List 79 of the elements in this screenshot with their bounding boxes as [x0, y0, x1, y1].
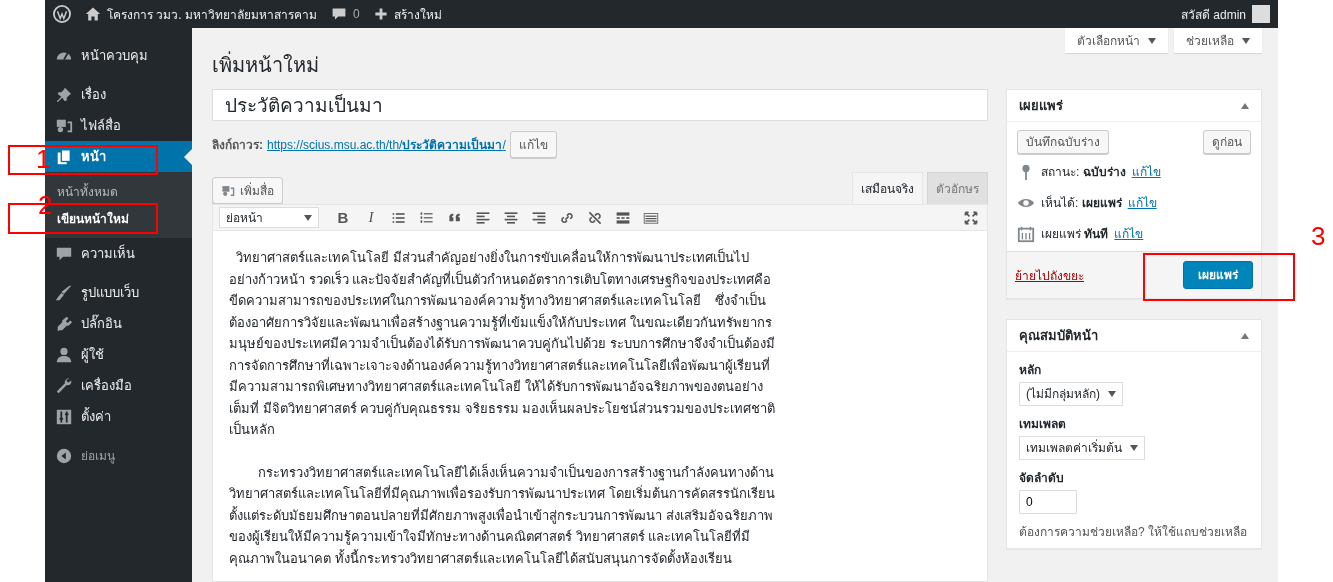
add-media-button[interactable]: เพิ่มสื่อ — [212, 177, 283, 204]
brush-icon — [55, 283, 73, 302]
paragraph-line: การจัดการศึกษาที่เฉพาะเจาะจงด้านองค์ความรู้ทางวิทยาศาสตร์และเทคโนโลยีเพื่อพัฒนาผู้เรียนที่ — [229, 356, 771, 376]
comment-count[interactable]: 0 — [353, 7, 360, 21]
sidebar-item[interactable]: รูปแบบเว็บ — [45, 277, 192, 308]
screen-meta-button[interactable]: ตัวเลือกหน้า — [1065, 28, 1168, 53]
paragraph-line: ขีดความสามารถของประเทศในการพัฒนาองค์ความรู้ทางวิทยาศาสตร์และเทคโนโลยี ซึ่งจำเป็น — [229, 290, 768, 311]
parent-select[interactable]: (ไม่มีกลุ่มหลัก) — [1019, 382, 1123, 406]
collapse-menu-link[interactable]: ย่อเมนู — [81, 446, 115, 465]
paragraph-line: กระทรวงวิทยาศาสตร์และเทคโนโลยีได้เล็งเห็นความจำเป็นของการสร้างฐานกำลังคนทางด้าน — [256, 462, 775, 483]
field-label: หลัก — [1019, 362, 1042, 378]
panel-title: เผยแพร่ — [1019, 97, 1063, 114]
site-name-link[interactable]: โครงการ วมว. มหาวิทยาลัยมหาสารคาม — [107, 4, 317, 24]
plus-icon — [373, 7, 388, 21]
bold-button[interactable]: B — [333, 209, 353, 226]
collapse-toggle-icon[interactable] — [1241, 332, 1249, 339]
collapse-icon — [55, 446, 73, 465]
italic-button[interactable]: I — [361, 209, 381, 226]
user-icon — [55, 345, 73, 364]
sidebar-item[interactable]: ปลั๊กอิน — [45, 308, 192, 339]
publish-button[interactable]: เผยแพร่ — [1183, 261, 1253, 289]
pages-icon — [55, 147, 73, 166]
field-label: จัดลำดับ — [1019, 470, 1065, 486]
sidebar-item[interactable]: ไฟล์สื่อ — [45, 110, 192, 141]
sidebar-item[interactable]: หน้าควบคุม — [45, 40, 192, 71]
paragraph-line: วิทยาศาสตร์และเทคโนโลยี มีส่วนสำคัญอย่างยิ่งในการขับเคลื่อนให้การพัฒนาประเทศเป็นไป — [235, 247, 750, 267]
calendar-icon — [1017, 224, 1035, 243]
paragraph-line: เป็นหลัก — [229, 419, 276, 439]
paragraph-line: มนุษย์ของประเทศมีความจำเป็นต้องได้รับการพัฒนาควบคู่กันไปด้วย ระบบการศึกษาจึงจำเป็นต้องมี — [229, 333, 776, 354]
help-text: ต้องการความช่วยเหลือ? ให้ใช้แถบช่วยเหลือ — [1019, 524, 1248, 540]
publish-setting: เผยแพร่ ทันที — [1041, 225, 1109, 242]
sidebar-item[interactable]: ผู้ใช้ — [45, 339, 192, 370]
edit-link[interactable]: แก้ไข — [1114, 225, 1144, 242]
paragraph-line: คุณภาพในอนาคต ทั้งนี้กระทรวงวิทยาศาสตร์และเทคโนโลยีได้สนับสนุนการจัดตั้งห้องเรียน — [229, 548, 733, 569]
edit-permalink-button[interactable]: แก้ไข — [509, 131, 557, 158]
publish-setting: สถานะ: ฉบับร่าง — [1041, 163, 1126, 180]
sidebar-item[interactable]: เครื่องมือ — [45, 370, 192, 401]
permalink-label: ลิงก์ถาวร: — [212, 137, 263, 154]
format-select[interactable]: ย่อหน้า — [219, 207, 319, 228]
home-icon — [85, 6, 101, 22]
step-number: 3 — [1311, 223, 1326, 249]
pin-icon — [55, 85, 73, 104]
field-label: เทมเพลต — [1019, 416, 1067, 432]
panel-title: คุณสมบัติหน้า — [1019, 327, 1098, 344]
template-select[interactable]: เทมเพลตค่าเริ่มต้น — [1019, 436, 1145, 460]
edit-link[interactable]: แก้ไข — [1131, 163, 1161, 180]
paragraph-line: วิทยาศาสตร์และเทคโนโลยีที่มีคุณภาพเพื่อรองรับการพัฒนาประเทศ โดยเริ่มต้นการคัดสรรนักเรียน — [229, 484, 776, 504]
order-field[interactable]: 0 — [1019, 490, 1077, 514]
permalink-link[interactable]: https://scius.msu.ac.th/th/ประวัติความเป็นมา/ — [267, 135, 506, 154]
screen-meta-button[interactable]: ช่วยเหลือ — [1174, 28, 1262, 53]
save-draft-button[interactable]: บันทึกฉบับร่าง — [1017, 130, 1109, 154]
edit-link[interactable]: แก้ไข — [1127, 194, 1157, 211]
greeting-link[interactable]: สวัสดี admin — [1180, 4, 1246, 24]
paragraph-line: ตั้งแต่ระดับมัธยมศึกษาตอนปลายที่มีศักยภาพสูงเพื่อนำเข้าสู่กระบวนการพัฒนา ส่งเสริมอัจฉริยภาพ — [229, 505, 774, 526]
sidebar-item[interactable]: ตั้งค่า — [45, 401, 192, 432]
title-field[interactable]: ประวัติความเป็นมา — [212, 89, 988, 121]
editor-tab[interactable]: เสมือนจริง — [852, 172, 923, 204]
paragraph-line: อย่างก้าวหน้า รวดเร็ว และปัจจัยสำคัญที่เป็นตัวกำหนดอัตราการเติบโตทางเศรษฐกิจของประเทศคือ — [229, 269, 773, 290]
paragraph-line: ต้องอาศัยการวิจัยและพัฒนาเพื่อสร้างฐานความรู้ที่เข้มแข็งให้กับประเทศ ในขณะเดียวกันทรัพยากร — [229, 312, 773, 333]
sidebar-item[interactable]: เรื่อง — [45, 79, 192, 110]
sidebar-item[interactable]: ความเห็น — [45, 238, 192, 269]
wrench-icon — [55, 376, 73, 395]
step-number: 2 — [38, 192, 53, 218]
wordpress-logo-icon — [53, 5, 71, 23]
collapse-toggle-icon[interactable] — [1241, 102, 1249, 109]
paragraph-line: มีความสามารถพิเศษทางวิทยาศาสตร์และเทคโนโลยี ให้ได้รับการพัฒนาอัจฉริยภาพของตนอย่าง — [229, 378, 764, 396]
trash-link[interactable]: ย้ายไปถังขยะ — [1015, 265, 1084, 285]
speech-bubble-icon — [331, 6, 347, 22]
editor-content-area[interactable] — [212, 231, 988, 582]
new-content-link[interactable]: สร้างใหม่ — [393, 4, 442, 24]
sliders-icon — [55, 407, 73, 426]
publish-setting: เห็นได้: เผยแพร่ — [1041, 194, 1122, 211]
paragraph-line: เต็มที่ มีจิตวิทยาศาสตร์ ควบคู่กับคุณธรรม จริยธรรม มองเห็นผลประโยชน์ส่วนรวมของประเทศชาติ — [229, 398, 777, 419]
media-icon — [221, 183, 235, 198]
preview-button[interactable]: ดูก่อน — [1203, 130, 1251, 154]
page-heading: เพิ่มหน้าใหม่ — [212, 53, 1262, 89]
paragraph-line: ของผู้เรียนให้มีความรู้ความเข้าใจมีทักษะทางด้านคณิตศาสตร์ วิทยาศาสตร์ และเทคโนโลยีที่มี — [229, 527, 752, 547]
avatar-icon — [1252, 5, 1270, 23]
editor-tab[interactable]: ตัวอักษร — [927, 172, 988, 204]
